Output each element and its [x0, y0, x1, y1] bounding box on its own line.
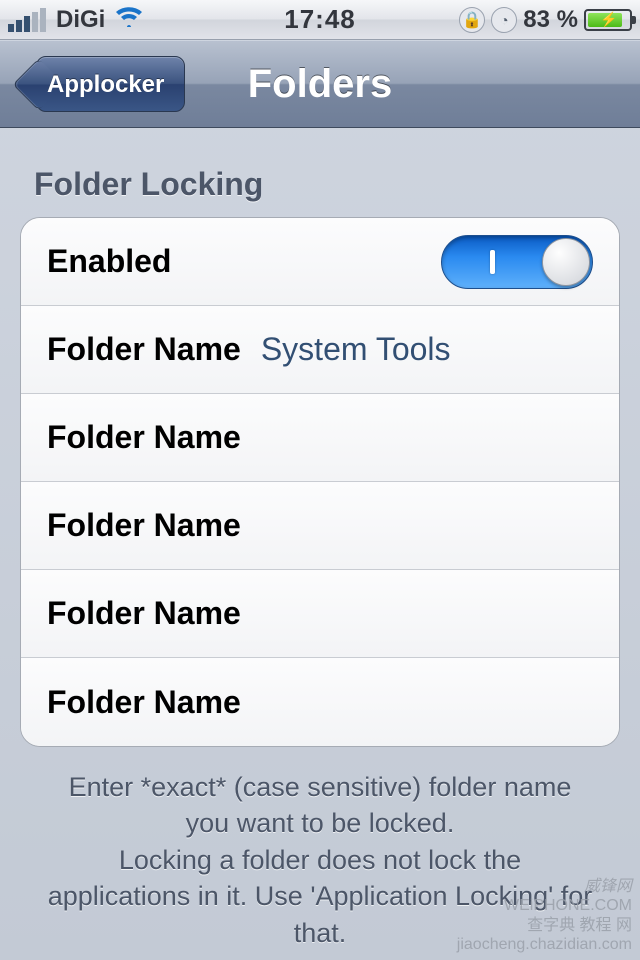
folder-name-label: Folder Name — [47, 507, 241, 544]
back-button-label: Applocker — [47, 71, 164, 98]
folder-name-label: Folder Name — [47, 595, 241, 632]
back-button[interactable]: Applocker — [36, 56, 185, 112]
content-area: Folder Locking Enabled Folder Name Syste… — [0, 128, 640, 960]
navigation-bar: Applocker Folders — [0, 40, 640, 128]
watermark: 威锋网 WEiPHONE.COM 查字典 教程 网 jiaocheng.chaz… — [457, 877, 632, 954]
folder-name-row[interactable]: Folder Name — [21, 658, 619, 746]
enabled-label: Enabled — [47, 243, 171, 280]
folder-name-row[interactable]: Folder Name — [21, 482, 619, 570]
folder-name-row[interactable]: Folder Name — [21, 394, 619, 482]
folder-name-row[interactable]: Folder Name — [21, 570, 619, 658]
status-bar: DiGi 17:48 🔒 ◔ 83 % — [0, 0, 640, 40]
folder-name-label: Folder Name — [47, 419, 241, 456]
folder-name-label: Folder Name — [47, 331, 241, 368]
section-header: Folder Locking — [34, 166, 620, 203]
folder-name-label: Folder Name — [47, 684, 241, 721]
status-time: 17:48 — [0, 4, 640, 35]
enabled-toggle[interactable] — [441, 235, 593, 289]
folder-name-row[interactable]: Folder Name System Tools — [21, 306, 619, 394]
battery-icon — [584, 9, 632, 31]
folder-name-value: System Tools — [261, 331, 593, 368]
settings-group: Enabled Folder Name System Tools Folder … — [20, 217, 620, 747]
enabled-row: Enabled — [21, 218, 619, 306]
